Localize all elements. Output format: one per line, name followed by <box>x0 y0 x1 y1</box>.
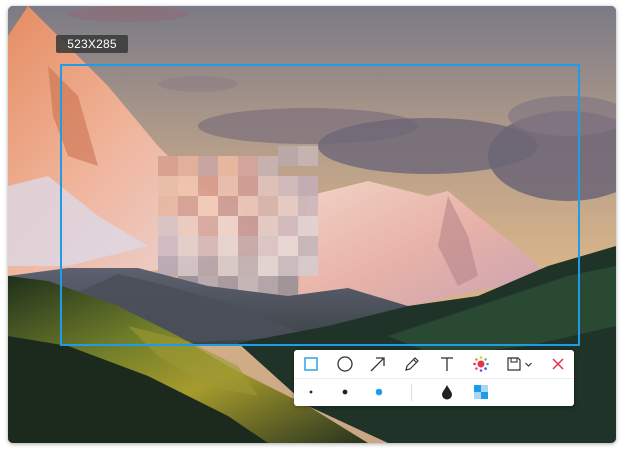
small-dot-icon <box>309 390 313 394</box>
arrow-icon <box>370 357 385 372</box>
capture-selection-frame[interactable] <box>60 64 580 346</box>
ellipse-tool-button[interactable] <box>334 354 356 374</box>
square-icon <box>304 357 318 371</box>
close-button[interactable] <box>547 354 569 374</box>
brush-size-large-button[interactable] <box>368 382 390 402</box>
mosaic-option-button[interactable] <box>470 382 492 402</box>
text-tool-button[interactable] <box>436 354 458 374</box>
tool-row <box>294 350 574 378</box>
medium-dot-icon <box>342 389 348 395</box>
chevron-down-icon <box>524 362 532 367</box>
color-wheel-icon <box>473 356 489 372</box>
circle-icon <box>337 356 353 372</box>
toolbar-divider <box>411 384 412 401</box>
brush-size-medium-button[interactable] <box>334 382 356 402</box>
mosaic-icon <box>474 385 488 399</box>
arrow-tool-button[interactable] <box>367 354 389 374</box>
large-dot-icon <box>375 388 383 396</box>
color-picker-button[interactable] <box>470 354 492 374</box>
blur-option-button[interactable] <box>436 382 458 402</box>
save-dropdown-button[interactable] <box>503 354 535 374</box>
capture-size-label: 523X285 <box>56 35 128 53</box>
pencil-icon <box>405 357 419 371</box>
annotation-toolbar <box>294 350 574 406</box>
text-icon <box>441 357 453 371</box>
pen-tool-button[interactable] <box>401 354 423 374</box>
options-row <box>294 378 574 406</box>
water-drop-icon <box>442 385 452 400</box>
rectangle-tool-button[interactable] <box>300 354 322 374</box>
brush-size-small-button[interactable] <box>300 382 322 402</box>
close-icon <box>552 358 564 370</box>
save-icon <box>506 357 521 371</box>
